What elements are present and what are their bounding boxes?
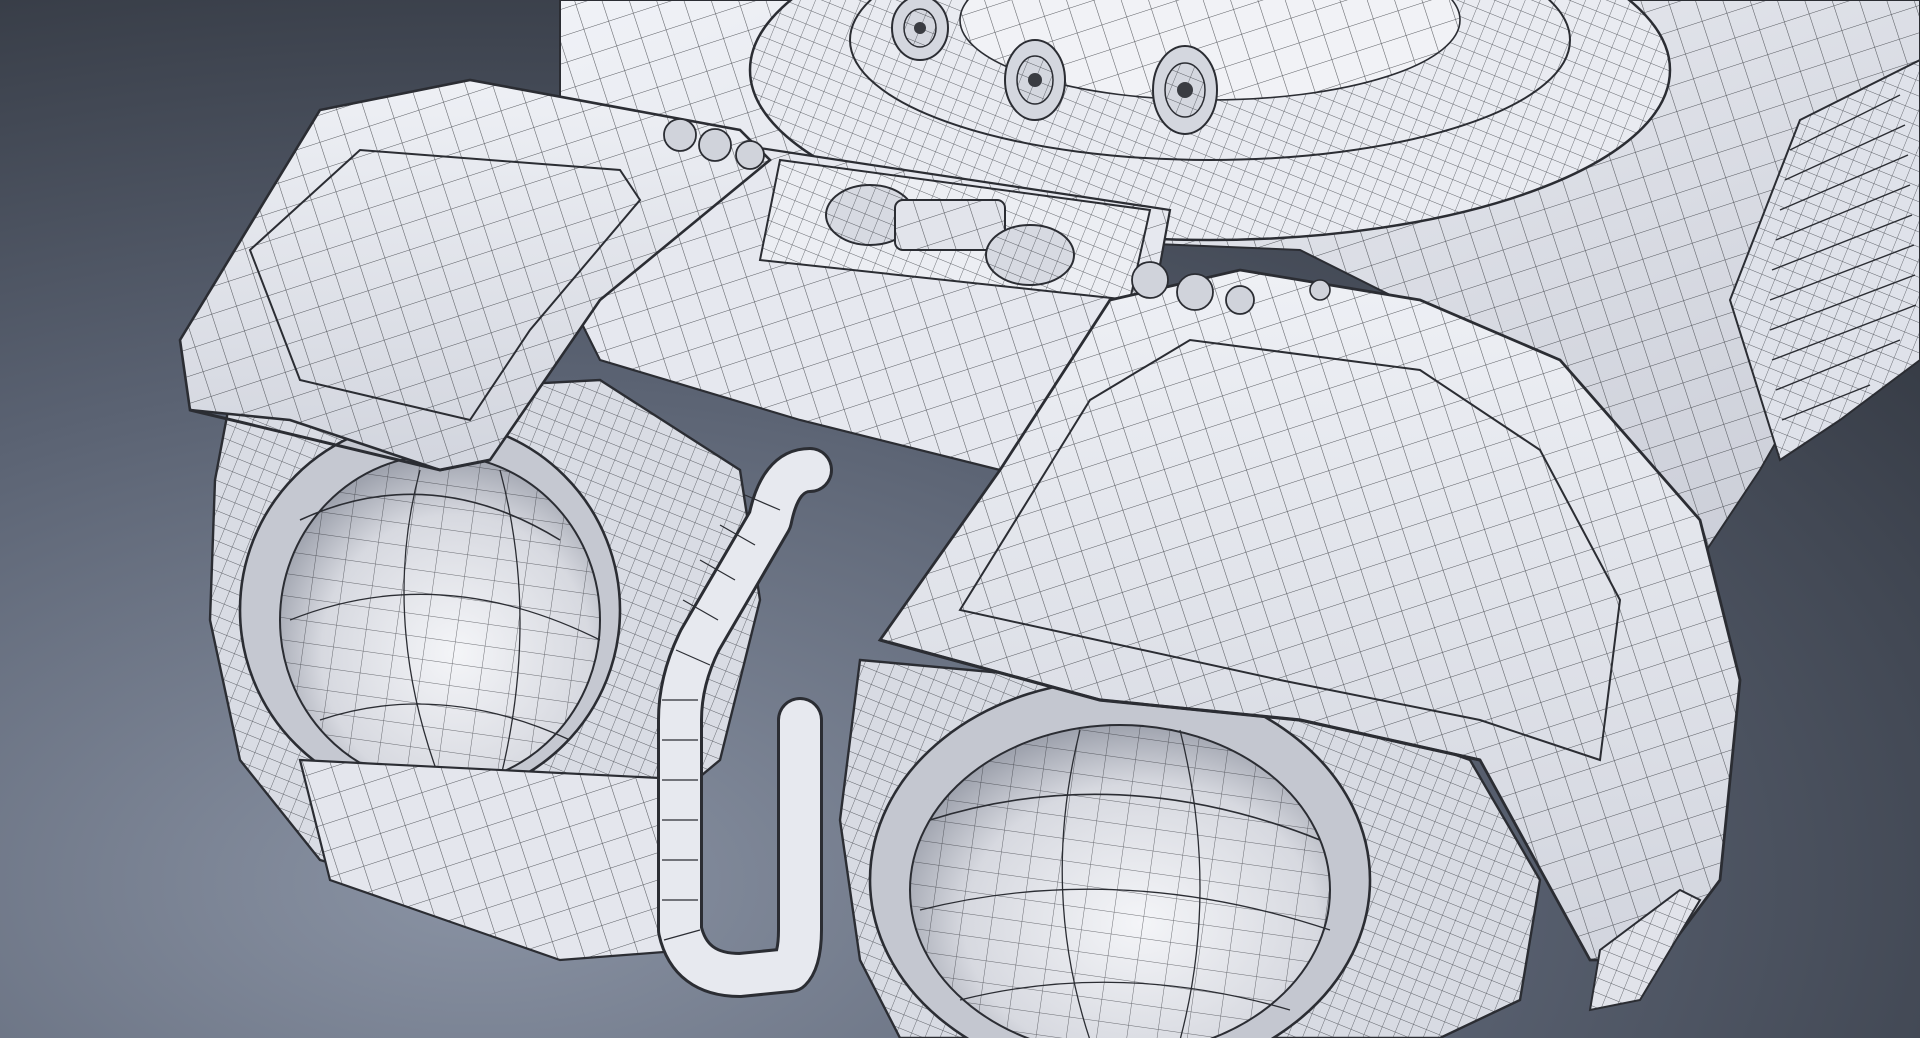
wireframe-model-render xyxy=(0,0,1920,1038)
render-viewport xyxy=(0,0,1920,1038)
left-lens xyxy=(238,418,622,802)
